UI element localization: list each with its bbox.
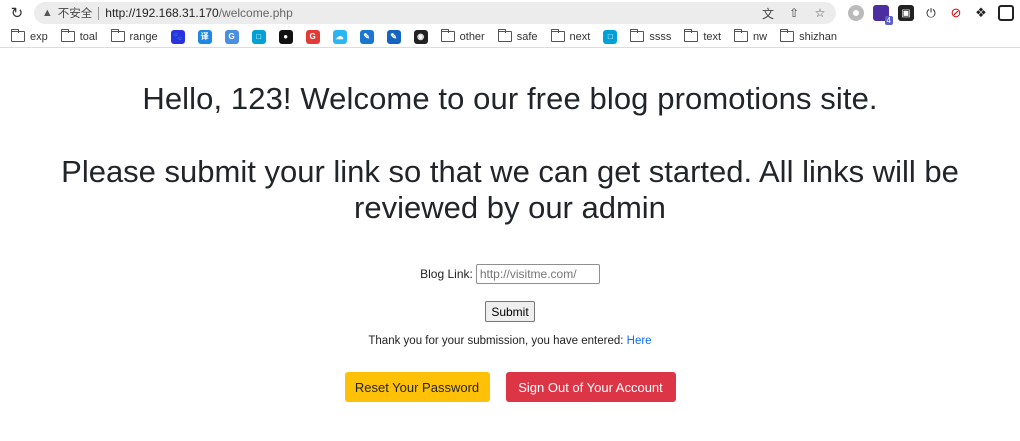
- github-icon: ●: [278, 29, 293, 44]
- bookmarks-bar: exp toal range 🐾 译 G □ ● G ☁ ✎ ✎ ◉ other safe next □ ssss…: [0, 26, 1020, 48]
- bookmark-github[interactable]: ●: [274, 27, 298, 47]
- folder-icon: [550, 29, 565, 42]
- bookmark-label: shizhan: [799, 30, 838, 43]
- globe-icon: ◉: [413, 29, 428, 44]
- instructions-heading: Please submit your link so that we can g…: [61, 154, 959, 225]
- bookmark-baidu[interactable]: 🐾: [166, 27, 190, 47]
- folder-icon: [110, 29, 125, 42]
- bookmark-translate[interactable]: 译: [193, 27, 217, 47]
- record-icon[interactable]: [848, 5, 864, 21]
- bookmark-label: other: [459, 30, 485, 43]
- reset-password-button[interactable]: Reset Your Password: [344, 372, 490, 402]
- submit-button[interactable]: Submit: [485, 301, 535, 322]
- bookmark-folder-other[interactable]: other: [436, 27, 490, 47]
- blog-link-label: Blog Link:: [420, 267, 473, 281]
- blog-link-input[interactable]: [475, 264, 600, 284]
- blue-feather-icon: ✎: [386, 29, 401, 44]
- extension-dark-icon[interactable]: ▣: [898, 5, 914, 21]
- puzzle-icon[interactable]: ❖: [973, 5, 989, 21]
- bookmark-blue-pen[interactable]: ✎: [355, 27, 379, 47]
- folder-icon: [497, 29, 512, 42]
- greeting-heading: Hello, 123! Welcome to our free blog pro…: [142, 81, 878, 116]
- bookmark-cloud[interactable]: ☁: [328, 27, 352, 47]
- bookmark-folder-text[interactable]: text: [679, 27, 726, 47]
- bookmark-folder-exp[interactable]: exp: [6, 27, 53, 47]
- baidu-icon: 🐾: [170, 29, 185, 44]
- cloud-icon: ☁: [332, 29, 347, 44]
- bookmark-label: text: [703, 30, 722, 43]
- bookmark-star-icon[interactable]: ☆: [812, 6, 828, 20]
- security-label[interactable]: 不安全: [58, 5, 93, 21]
- bookmark-label: toal: [79, 30, 98, 43]
- bookmark-label: ssss: [649, 30, 672, 43]
- blog-link-form: Blog Link:: [0, 264, 1020, 284]
- warning-icon[interactable]: ▲: [42, 7, 53, 19]
- folder-icon: [11, 29, 25, 42]
- submission-message: Thank you for your submission, you have …: [0, 335, 1020, 347]
- bookmark-blue-feather[interactable]: ✎: [382, 27, 406, 47]
- bookmark-label: range: [129, 30, 158, 43]
- url-host: http://192.168.31.170: [105, 6, 219, 20]
- bookmark-folder-range[interactable]: range: [106, 27, 163, 47]
- bookmark-folder-toal[interactable]: toal: [56, 27, 103, 47]
- red-g-icon: G: [305, 29, 320, 44]
- share-icon[interactable]: ⇧: [786, 6, 802, 20]
- bilibili-icon: □: [251, 29, 266, 44]
- translate-icon[interactable]: 文: [760, 5, 776, 22]
- main-content: Hello, 123! Welcome to our free blog pro…: [0, 81, 1020, 402]
- bookmark-label: safe: [516, 30, 538, 43]
- bookmark-label: exp: [30, 30, 48, 43]
- bookmark-folder-next[interactable]: next: [546, 27, 596, 47]
- google-translate-icon: G: [224, 29, 239, 44]
- power-icon[interactable]: ⏻: [923, 5, 939, 21]
- sidebar-icon[interactable]: [998, 5, 1014, 21]
- separator: [98, 6, 100, 20]
- folder-icon: [60, 29, 75, 42]
- extension-badge: 4: [884, 16, 893, 25]
- bookmark-label: nw: [753, 30, 768, 43]
- reload-icon[interactable]: ↻: [6, 2, 28, 24]
- bookmark-bilibili[interactable]: □: [247, 27, 271, 47]
- bookmark-folder-safe[interactable]: safe: [493, 27, 543, 47]
- url-path: /welcome.php: [218, 6, 293, 20]
- url-text[interactable]: http://192.168.31.170/welcome.php: [105, 6, 760, 20]
- bookmark-globe[interactable]: ◉: [409, 27, 433, 47]
- folder-icon: [684, 29, 699, 42]
- browser-toolbar: ↻ ▲ 不安全 http://192.168.31.170/welcome.ph…: [0, 0, 1020, 26]
- folder-icon: [630, 29, 645, 42]
- bilibili-icon: □: [603, 29, 618, 44]
- address-bar[interactable]: ▲ 不安全 http://192.168.31.170/welcome.php …: [33, 2, 836, 24]
- bookmark-red-g[interactable]: G: [301, 27, 325, 47]
- bookmark-google-translate[interactable]: G: [220, 27, 244, 47]
- bookmark-folder-shizhan[interactable]: shizhan: [775, 27, 842, 47]
- bookmark-folder-ssss[interactable]: ssss: [625, 27, 676, 47]
- bookmark-folder-nw[interactable]: nw: [729, 27, 772, 47]
- block-icon[interactable]: ⊘: [948, 5, 964, 21]
- bookmark-label: next: [569, 30, 591, 43]
- sign-out-button[interactable]: Sign Out of Your Account: [505, 372, 676, 402]
- submission-link[interactable]: Here: [627, 335, 652, 347]
- thanks-text: Thank you for your submission, you have …: [368, 335, 624, 347]
- folder-icon: [780, 29, 795, 42]
- extension-purple-icon[interactable]: 4: [873, 5, 893, 25]
- bookmark-bilibili[interactable]: □: [598, 27, 622, 47]
- translate-icon: 译: [197, 29, 212, 44]
- blue-pen-icon: ✎: [359, 29, 374, 44]
- folder-icon: [440, 29, 455, 42]
- folder-icon: [734, 29, 749, 42]
